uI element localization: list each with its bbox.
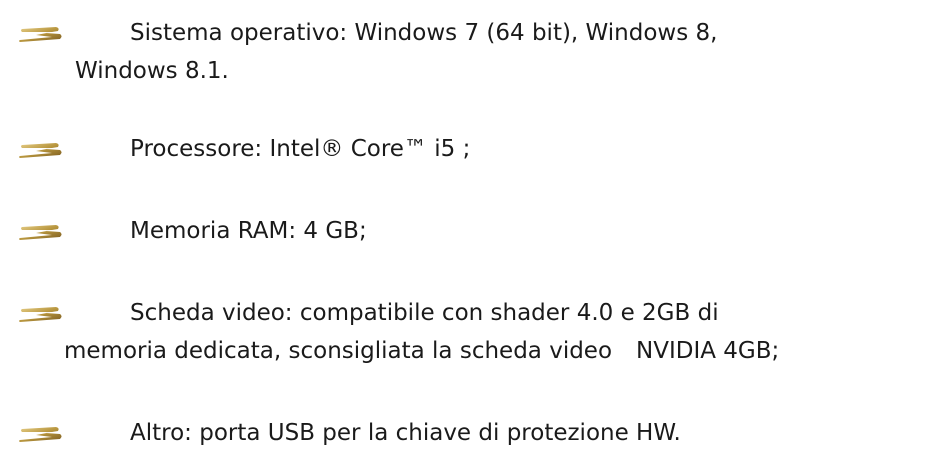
item-line-2: memoria dedicata, sconsigliata la scheda…: [64, 332, 920, 370]
item-line-2b: NVIDIA 4GB;: [636, 338, 780, 364]
item-line-1: Sistema operativo: Windows 7 (64 bit), W…: [130, 20, 718, 46]
item-line-2a: memoria dedicata, sconsigliata la scheda…: [64, 338, 613, 364]
list-item-text: Processore: Intel® Core™ i5 ;: [70, 130, 920, 168]
gold-swoosh-icon: [16, 304, 70, 324]
gold-swoosh-icon: [16, 24, 70, 44]
list-item-text: Altro: porta USB per la chiave di protez…: [70, 414, 920, 452]
gold-swoosh-icon: [16, 222, 70, 242]
list-item-text: Memoria RAM: 4 GB;: [70, 212, 920, 250]
item-line-1: Processore: Intel® Core™ i5 ;: [130, 136, 471, 162]
list-item-text: Scheda video: compatibile con shader 4.0…: [64, 294, 920, 370]
item-line-1: Memoria RAM: 4 GB;: [130, 218, 367, 244]
item-line-1: Altro: porta USB per la chiave di protez…: [130, 420, 681, 446]
gold-swoosh-icon: [16, 424, 70, 444]
list-item-text: Sistema operativo: Windows 7 (64 bit), W…: [70, 14, 920, 90]
requirements-list: Sistema operativo: Windows 7 (64 bit), W…: [0, 0, 931, 474]
item-line-1: Scheda video: compatibile con shader 4.0…: [130, 300, 719, 326]
item-line-2: Windows 8.1.: [75, 58, 229, 84]
gold-swoosh-icon: [16, 140, 70, 160]
